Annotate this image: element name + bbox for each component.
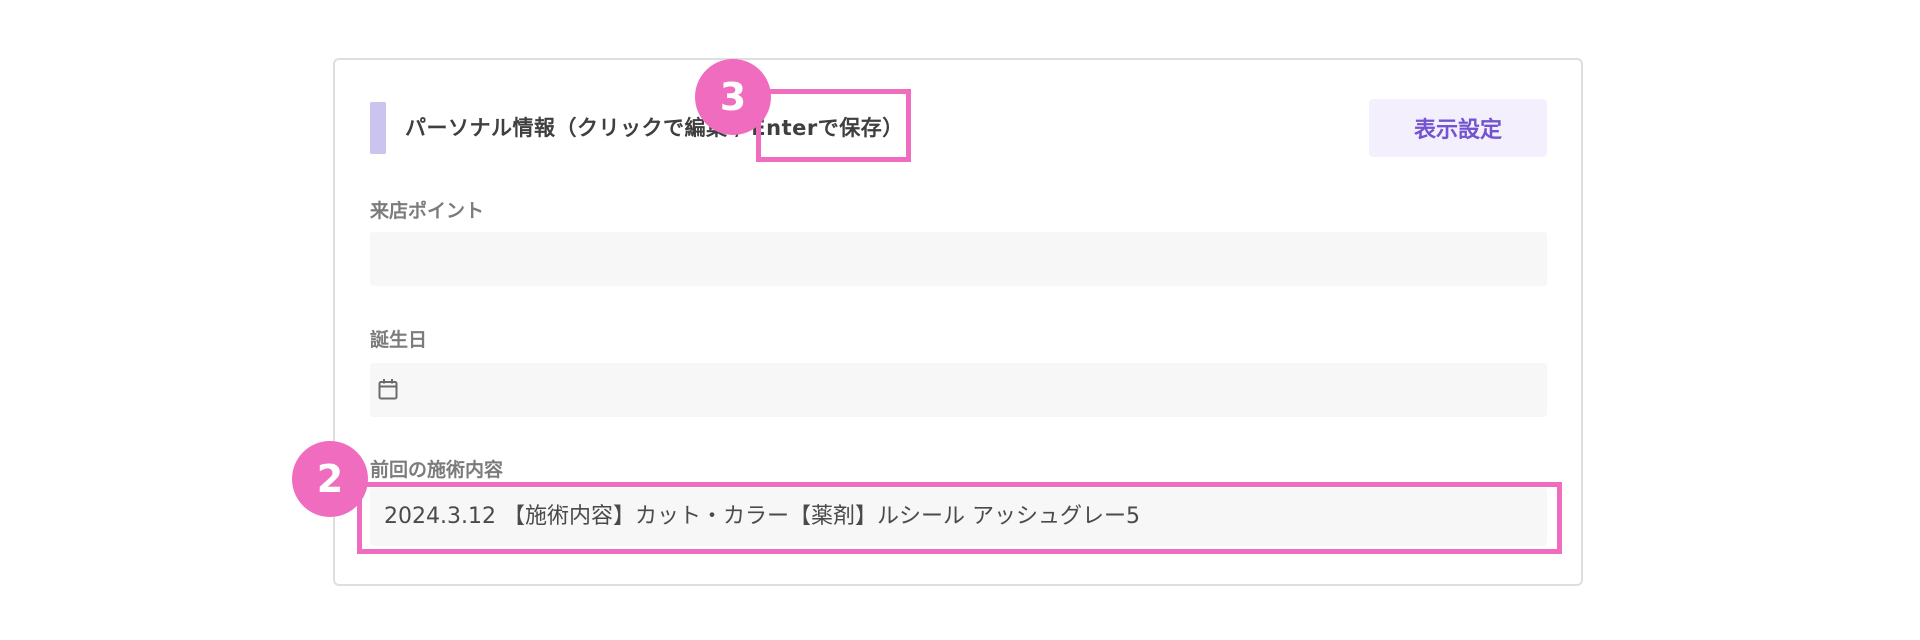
annotation-highlight-2 [357, 482, 1562, 554]
birthday-field[interactable] [370, 363, 1547, 417]
visit-points-label: 来店ポイント [370, 200, 485, 222]
page: パーソナル情報（クリックで編集 / Enterで保存） 表示設定 来店ポイント … [0, 0, 1920, 640]
calendar-icon[interactable] [378, 378, 398, 400]
step-badge-2: 2 [292, 441, 368, 517]
previous-treatment-label: 前回の施術内容 [370, 459, 504, 481]
annotation-highlight-3 [756, 89, 911, 162]
display-settings-button[interactable]: 表示設定 [1369, 99, 1547, 157]
visit-points-field[interactable] [370, 232, 1547, 286]
header-accent-bar [370, 102, 386, 154]
step-badge-3: 3 [695, 59, 771, 135]
birthday-label: 誕生日 [370, 329, 428, 351]
